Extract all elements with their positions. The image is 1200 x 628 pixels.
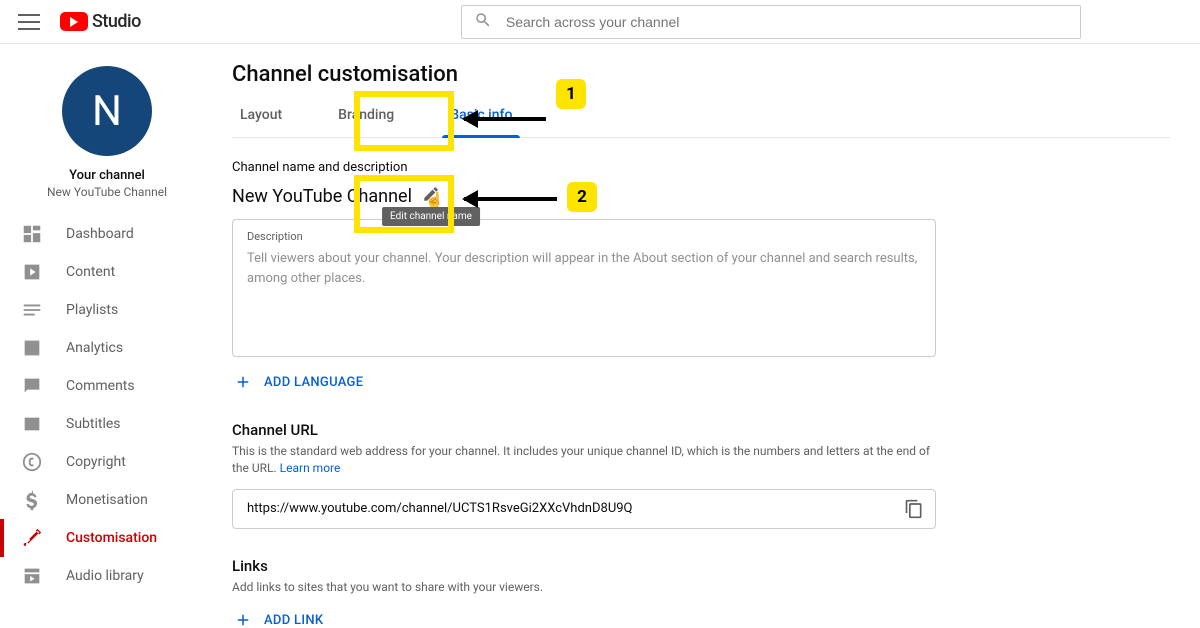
sidebar-item-label: Audio library	[66, 568, 144, 584]
audio-library-icon	[20, 564, 44, 588]
learn-more-link[interactable]: Learn more	[280, 461, 341, 475]
callout-2: 2	[567, 182, 597, 212]
sidebar-item-monetisation[interactable]: Monetisation	[0, 481, 214, 519]
links-title: Links	[232, 557, 1170, 575]
page-title: Channel customisation	[232, 62, 1170, 87]
sidebar-item-label: Playlists	[66, 302, 118, 318]
search-icon	[474, 11, 492, 33]
sidebar-item-label: Customisation	[66, 530, 157, 546]
logo-text: Studio	[92, 11, 141, 32]
copy-url-button[interactable]	[901, 496, 927, 522]
tab-branding[interactable]: Branding	[330, 107, 402, 137]
main-content: Channel customisation Layout Branding Ba…	[214, 44, 1200, 628]
sidebar: N Your channel New YouTube Channel Dashb…	[0, 44, 214, 628]
app-header: Studio	[0, 0, 1200, 44]
your-channel-label: Your channel	[0, 168, 214, 183]
sidebar-item-label: Dashboard	[66, 226, 134, 242]
description-field[interactable]: Description Tell viewers about your chan…	[232, 219, 936, 357]
tabs: Layout Branding Basic info	[232, 107, 1170, 138]
channel-name-value: New YouTube Channel	[232, 186, 412, 207]
channel-avatar[interactable]: N	[62, 66, 152, 156]
edit-tooltip: Edit channel name	[382, 207, 480, 226]
sidebar-item-audio-library[interactable]: Audio library	[0, 557, 214, 595]
copy-icon	[904, 499, 924, 519]
copyright-icon	[20, 450, 44, 474]
name-desc-label: Channel name and description	[232, 160, 1170, 175]
sidebar-item-label: Content	[66, 264, 115, 280]
add-language-button[interactable]: ADD LANGUAGE	[232, 371, 1170, 393]
arrow-1	[464, 117, 546, 121]
analytics-icon	[20, 336, 44, 360]
comments-icon	[20, 374, 44, 398]
sidebar-item-label: Analytics	[66, 340, 123, 356]
tab-layout[interactable]: Layout	[232, 107, 290, 137]
arrow-2	[464, 197, 557, 201]
sidebar-item-label: Copyright	[66, 454, 126, 470]
channel-url-title: Channel URL	[232, 421, 1170, 439]
channel-url-field: https://www.youtube.com/channel/UCTS1Rsv…	[232, 489, 936, 529]
sidebar-item-subtitles[interactable]: Subtitles	[0, 405, 214, 443]
edit-channel-name-button[interactable]: ☝ Edit channel name	[422, 185, 440, 207]
content-icon	[20, 260, 44, 284]
sidebar-item-customisation[interactable]: Customisation	[0, 519, 214, 557]
dashboard-icon	[20, 222, 44, 246]
description-label: Description	[247, 230, 921, 243]
channel-name-row: New YouTube Channel ☝ Edit channel name	[232, 185, 1170, 207]
sidebar-item-playlists[interactable]: Playlists	[0, 291, 214, 329]
subtitles-icon	[20, 412, 44, 436]
links-desc: Add links to sites that you want to shar…	[232, 579, 936, 596]
search-box[interactable]	[461, 5, 1081, 39]
sidebar-item-label: Comments	[66, 378, 135, 394]
sidebar-item-copyright[interactable]: Copyright	[0, 443, 214, 481]
add-language-label: ADD LANGUAGE	[264, 375, 363, 390]
plus-icon	[232, 371, 254, 393]
add-link-label: ADD LINK	[264, 613, 323, 628]
tab-basic-info[interactable]: Basic info	[442, 107, 520, 137]
sidebar-item-label: Monetisation	[66, 492, 148, 508]
channel-url-desc: This is the standard web address for you…	[232, 443, 936, 477]
search-input[interactable]	[506, 14, 1068, 30]
plus-icon	[232, 609, 254, 628]
playlists-icon	[20, 298, 44, 322]
sidebar-item-analytics[interactable]: Analytics	[0, 329, 214, 367]
description-placeholder: Tell viewers about your channel. Your de…	[247, 249, 921, 288]
channel-url-value[interactable]: https://www.youtube.com/channel/UCTS1Rsv…	[247, 501, 901, 516]
sidebar-item-label: Subtitles	[66, 416, 121, 432]
monetisation-icon	[20, 488, 44, 512]
menu-icon[interactable]	[18, 11, 40, 33]
channel-name-sub: New YouTube Channel	[0, 185, 214, 199]
callout-1: 1	[556, 79, 586, 109]
sidebar-item-content[interactable]: Content	[0, 253, 214, 291]
sidebar-item-comments[interactable]: Comments	[0, 367, 214, 405]
sidebar-item-dashboard[interactable]: Dashboard	[0, 215, 214, 253]
studio-logo[interactable]: Studio	[60, 11, 141, 32]
customisation-icon	[20, 526, 44, 550]
add-link-button[interactable]: ADD LINK	[232, 609, 1170, 628]
youtube-play-icon	[60, 12, 88, 31]
